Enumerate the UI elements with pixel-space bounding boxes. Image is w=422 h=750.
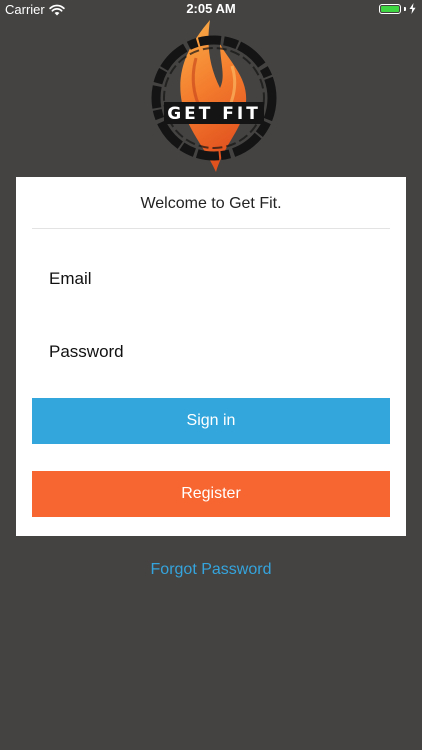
battery-indicator	[379, 3, 416, 14]
status-time: 2:05 AM	[186, 1, 236, 16]
welcome-heading: Welcome to Get Fit.	[140, 195, 282, 212]
forgot-password-link[interactable]: Forgot Password	[0, 561, 422, 579]
battery-icon	[379, 3, 401, 14]
password-input[interactable]	[32, 332, 390, 372]
charging-bolt-icon	[409, 3, 416, 14]
get-fit-logo: GET FIT	[151, 20, 277, 172]
status-bar: Carrier 2:05 AM	[0, 0, 422, 18]
logo-text: GET FIT	[167, 104, 261, 124]
login-card: Welcome to Get Fit. Sign in Register	[16, 177, 406, 536]
register-button[interactable]: Register	[32, 471, 390, 517]
password-field	[32, 332, 390, 372]
battery-tip	[404, 6, 406, 11]
sign-in-button[interactable]: Sign in	[32, 398, 390, 444]
email-input[interactable]	[32, 259, 390, 299]
battery-level	[381, 5, 399, 12]
login-screen: Carrier 2:05 AM GET FIT Welcome to Get F…	[0, 0, 422, 750]
email-field	[32, 259, 390, 299]
card-divider	[32, 228, 390, 229]
